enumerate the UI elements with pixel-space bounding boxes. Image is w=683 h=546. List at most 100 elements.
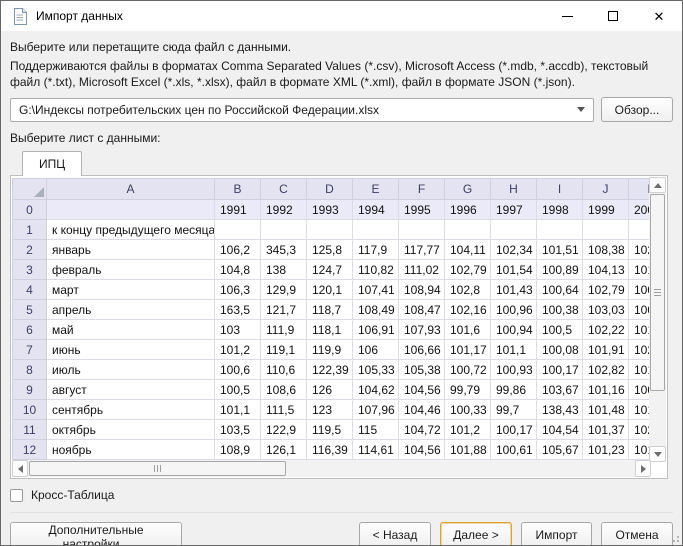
table-cell[interactable] (491, 220, 537, 240)
table-cell[interactable] (47, 200, 215, 220)
table-cell[interactable]: 100,38 (537, 300, 583, 320)
table-cell[interactable]: 101, (629, 400, 652, 420)
table-cell[interactable]: 1997 (491, 200, 537, 220)
row-header[interactable]: 4 (13, 280, 47, 300)
table-cell[interactable]: 102,8 (445, 280, 491, 300)
table-cell[interactable] (353, 220, 399, 240)
row-header[interactable]: 0 (13, 200, 47, 220)
table-cell[interactable]: 102, (629, 420, 652, 440)
table-cell[interactable]: 108,38 (583, 240, 629, 260)
browse-button[interactable]: Обзор... (601, 97, 673, 122)
next-button[interactable]: Далее > (440, 522, 512, 546)
table-cell[interactable]: 102,82 (583, 360, 629, 380)
table-cell[interactable]: 100,33 (445, 400, 491, 420)
table-cell[interactable]: 100,93 (491, 360, 537, 380)
table-cell[interactable]: 105,38 (399, 360, 445, 380)
table-cell[interactable]: 125,8 (307, 240, 353, 260)
table-cell[interactable]: март (47, 280, 215, 300)
table-cell[interactable]: 138,43 (537, 400, 583, 420)
minimize-button[interactable] (544, 1, 590, 31)
table-cell[interactable] (307, 220, 353, 240)
table-cell[interactable]: 163,5 (215, 300, 261, 320)
table-cell[interactable]: 101,2 (215, 340, 261, 360)
table-cell[interactable]: 101,37 (583, 420, 629, 440)
table-cell[interactable]: 100,89 (537, 260, 583, 280)
table-cell[interactable]: 101, (629, 360, 652, 380)
close-button[interactable]: ✕ (636, 1, 682, 31)
row-header[interactable]: 7 (13, 340, 47, 360)
column-header-a[interactable]: A (47, 179, 215, 200)
scroll-left-button[interactable] (12, 460, 28, 477)
scroll-down-button[interactable] (649, 446, 666, 462)
table-cell[interactable]: 100, (629, 380, 652, 400)
table-cell[interactable]: 118,1 (307, 320, 353, 340)
table-cell[interactable] (399, 220, 445, 240)
resize-grip[interactable] (671, 534, 679, 542)
table-cell[interactable]: 126,1 (261, 440, 307, 460)
maximize-button[interactable] (590, 1, 636, 31)
table-cell[interactable]: 100,17 (537, 360, 583, 380)
table-cell[interactable]: 119,9 (307, 340, 353, 360)
table-cell[interactable]: 1998 (537, 200, 583, 220)
table-cell[interactable]: 103,03 (583, 300, 629, 320)
table-cell[interactable]: 103,5 (215, 420, 261, 440)
table-cell[interactable]: 117,77 (399, 240, 445, 260)
tab-ipc[interactable]: ИПЦ (22, 151, 82, 176)
table-cell[interactable]: 106,3 (215, 280, 261, 300)
table-cell[interactable]: 101,23 (583, 440, 629, 460)
table-cell[interactable]: 1991 (215, 200, 261, 220)
table-cell[interactable]: 106,66 (399, 340, 445, 360)
table-cell[interactable]: 100,72 (445, 360, 491, 380)
row-header[interactable]: 8 (13, 360, 47, 380)
table-cell[interactable]: 100,64 (537, 280, 583, 300)
table-cell[interactable]: 104,13 (583, 260, 629, 280)
import-button[interactable]: Импорт (521, 522, 592, 546)
table-cell[interactable]: январь (47, 240, 215, 260)
table-cell[interactable]: 104,54 (537, 420, 583, 440)
table-cell[interactable]: 101,17 (445, 340, 491, 360)
table-cell[interactable]: 117,9 (353, 240, 399, 260)
column-header-g[interactable]: G (445, 179, 491, 200)
table-cell[interactable]: 100,96 (491, 300, 537, 320)
table-cell[interactable]: 102,16 (445, 300, 491, 320)
table-cell[interactable]: апрель (47, 300, 215, 320)
table-cell[interactable]: 100,5 (215, 380, 261, 400)
back-button[interactable]: < Назад (359, 522, 431, 546)
table-cell[interactable]: 106 (353, 340, 399, 360)
table-cell[interactable]: 108,94 (399, 280, 445, 300)
table-cell[interactable]: 105,33 (353, 360, 399, 380)
table-cell[interactable]: 122,39 (307, 360, 353, 380)
table-cell[interactable]: 138 (261, 260, 307, 280)
table-cell[interactable]: 1999 (583, 200, 629, 220)
table-cell[interactable]: июль (47, 360, 215, 380)
table-cell[interactable]: 108,6 (261, 380, 307, 400)
table-cell[interactable]: 120,1 (307, 280, 353, 300)
table-cell[interactable]: 129,9 (261, 280, 307, 300)
row-header[interactable]: 5 (13, 300, 47, 320)
scroll-right-button[interactable] (635, 460, 651, 477)
advanced-settings-button[interactable]: Дополнительные настройки... (10, 522, 182, 546)
table-cell[interactable]: 100, (629, 300, 652, 320)
select-all-corner[interactable] (13, 179, 47, 200)
table-cell[interactable]: 122,9 (261, 420, 307, 440)
table-cell[interactable]: 99,7 (491, 400, 537, 420)
table-cell[interactable]: 124,7 (307, 260, 353, 280)
table-cell[interactable]: 104,62 (353, 380, 399, 400)
table-cell[interactable]: 119,5 (307, 420, 353, 440)
table-cell[interactable] (215, 220, 261, 240)
table-cell[interactable]: 104,8 (215, 260, 261, 280)
table-cell[interactable]: 1992 (261, 200, 307, 220)
table-cell[interactable]: 100,17 (491, 420, 537, 440)
table-cell[interactable]: 101,2 (445, 420, 491, 440)
table-cell[interactable]: 101, (629, 320, 652, 340)
table-cell[interactable]: 107,93 (399, 320, 445, 340)
table-cell[interactable]: 108,47 (399, 300, 445, 320)
horizontal-scrollbar[interactable] (12, 460, 651, 477)
table-cell[interactable]: 102,79 (583, 280, 629, 300)
table-cell[interactable]: 119,1 (261, 340, 307, 360)
table-cell[interactable]: 100,08 (537, 340, 583, 360)
table-cell[interactable]: 345,3 (261, 240, 307, 260)
column-header-f[interactable]: F (399, 179, 445, 200)
table-cell[interactable]: 101,16 (583, 380, 629, 400)
table-cell[interactable]: 101,1 (215, 400, 261, 420)
